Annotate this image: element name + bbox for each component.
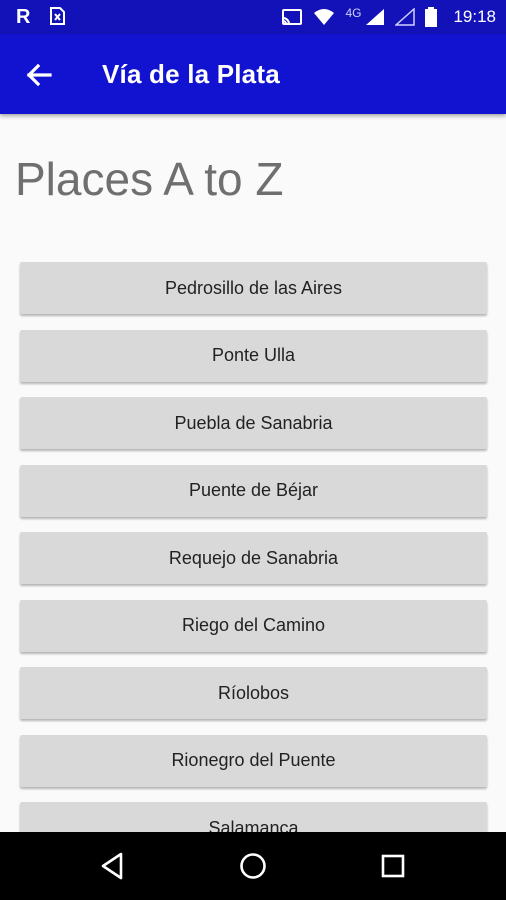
- arrow-back-icon: [26, 63, 52, 87]
- place-button[interactable]: Puente de Béjar: [20, 464, 487, 517]
- place-list: Pedrosillo de las Aires Ponte Ulla Puebl…: [20, 262, 487, 832]
- main-content[interactable]: Places A to Z Pedrosillo de las Aires Po…: [0, 114, 506, 832]
- status-notifications: R: [16, 6, 66, 26]
- r-app-icon: R: [16, 6, 31, 26]
- network-type-label: 4G: [345, 6, 362, 20]
- cast-icon: [282, 9, 303, 25]
- place-button[interactable]: Pedrosillo de las Aires: [20, 262, 487, 314]
- system-nav-bar: [0, 832, 506, 900]
- place-button[interactable]: Ríolobos: [20, 667, 487, 719]
- wifi-icon: [314, 9, 335, 25]
- status-bar: R 4G 19:18: [0, 0, 506, 34]
- app-bar: Vía de la Plata: [0, 34, 506, 114]
- page-title: Places A to Z: [15, 153, 284, 205]
- recents-square-icon: [381, 854, 405, 878]
- place-button[interactable]: Ponte Ulla: [20, 329, 487, 382]
- home-circle-icon: [240, 853, 266, 879]
- place-button[interactable]: Requejo de Sanabria: [20, 532, 487, 584]
- status-system-icons: 4G 19:18: [281, 6, 496, 28]
- nav-recents-button[interactable]: [377, 850, 409, 882]
- app-title: Vía de la Plata: [102, 59, 280, 89]
- sim-alert-icon: [50, 7, 65, 25]
- signal-secondary-icon: [395, 8, 416, 26]
- place-button[interactable]: Salamanca: [20, 802, 487, 832]
- place-button[interactable]: Riego del Camino: [20, 599, 487, 652]
- nav-back-button[interactable]: [97, 850, 129, 882]
- signal-icon: [366, 9, 385, 25]
- place-button[interactable]: Rionegro del Puente: [20, 734, 487, 787]
- back-triangle-icon: [101, 852, 123, 880]
- svg-text:R: R: [16, 6, 31, 26]
- back-button[interactable]: [20, 56, 58, 94]
- status-time: 19:18: [453, 7, 496, 26]
- nav-home-button[interactable]: [237, 850, 269, 882]
- place-button[interactable]: Puebla de Sanabria: [20, 397, 487, 449]
- battery-icon: [425, 7, 438, 27]
